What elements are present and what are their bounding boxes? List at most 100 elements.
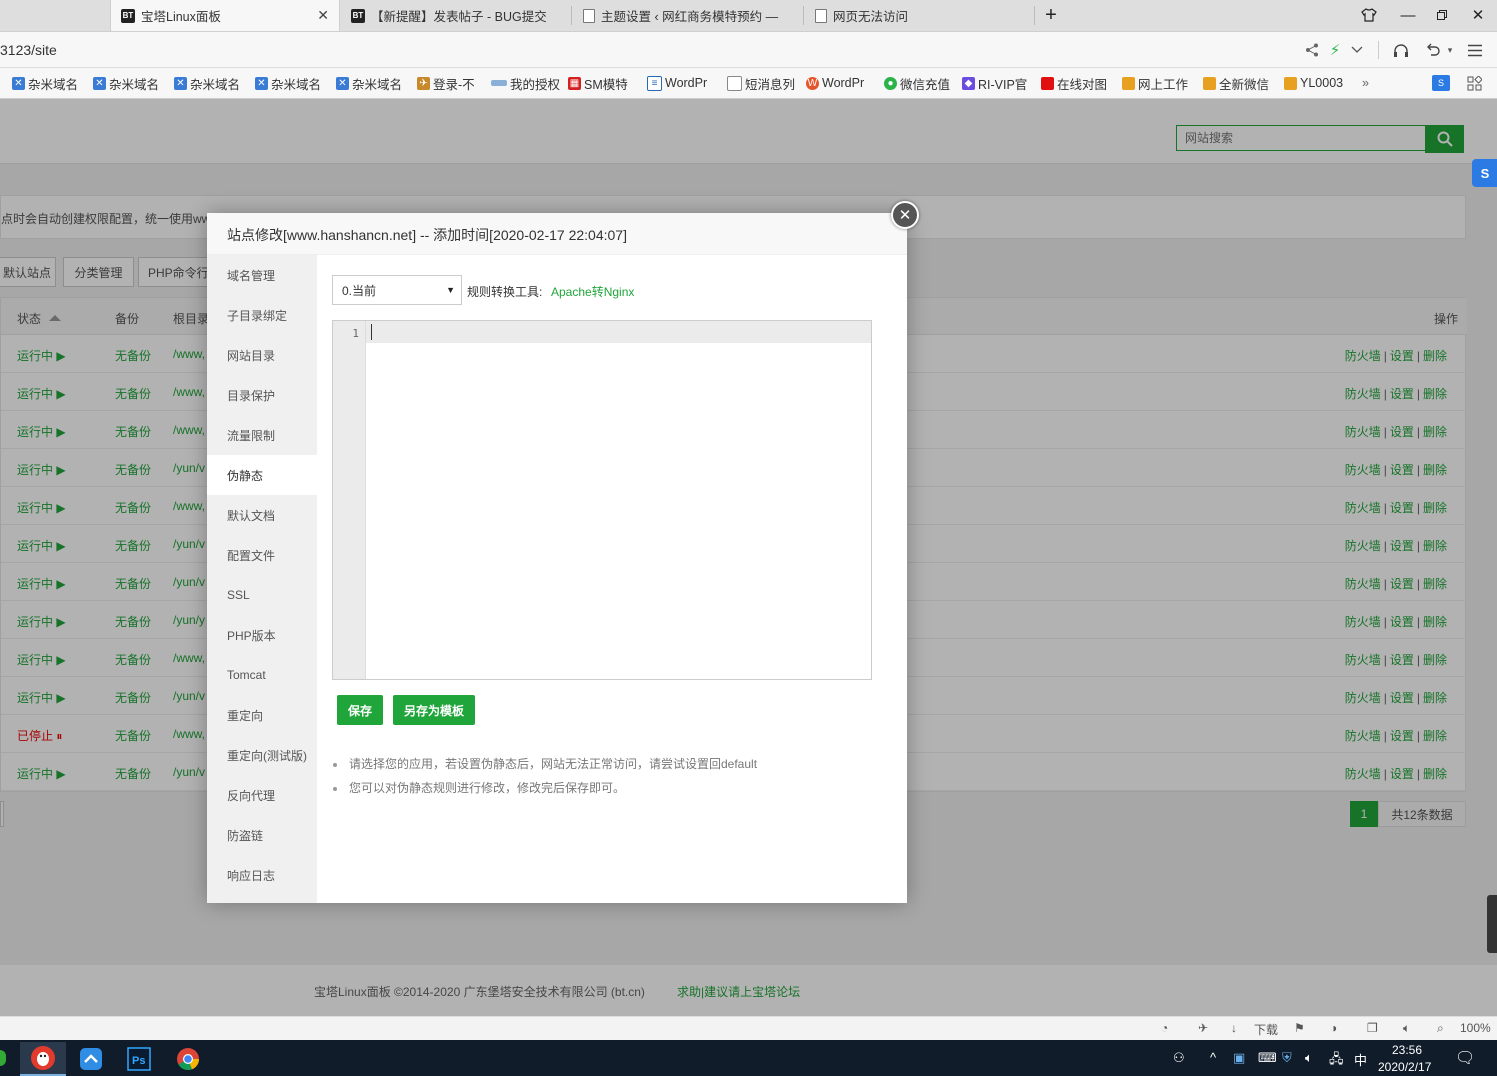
- zoom-level[interactable]: 100%: [1460, 1021, 1491, 1035]
- bt-favicon-icon: BT: [351, 8, 365, 23]
- zoom-icon[interactable]: ⌕: [1437, 1021, 1444, 1036]
- bookmark-item[interactable]: ✕ 杂米域名: [255, 75, 321, 92]
- bookmark-item[interactable]: ✈ 登录-不: [417, 75, 475, 92]
- side-drag-handle[interactable]: [1487, 895, 1497, 953]
- close-window-icon[interactable]: ✕: [1465, 4, 1491, 26]
- refresh-circle-icon[interactable]: ◔: [1161, 1021, 1168, 1035]
- bt-favicon-icon: BT: [121, 8, 135, 23]
- bookmark-label: 在线对图: [1057, 77, 1108, 92]
- menu-item[interactable]: 目录保护: [207, 375, 317, 415]
- clock-date[interactable]: 2020/2/17: [1378, 1060, 1431, 1074]
- menu-item[interactable]: 防盗链: [207, 815, 317, 855]
- ime-indicator[interactable]: 中: [1354, 1050, 1367, 1069]
- share-icon[interactable]: [1302, 40, 1322, 60]
- save-button[interactable]: 保存: [337, 695, 383, 725]
- headphones-icon[interactable]: [1391, 40, 1411, 60]
- bookmark-item[interactable]: ✕ 杂米域名: [174, 75, 240, 92]
- rocket-icon[interactable]: ✈: [1198, 1021, 1208, 1035]
- menu-item[interactable]: 流量限制: [207, 415, 317, 455]
- menu-item[interactable]: 子目录绑定: [207, 295, 317, 335]
- menu-item[interactable]: 反向代理: [207, 775, 317, 815]
- restore-icon[interactable]: [1429, 4, 1455, 26]
- taskbar-qq-app[interactable]: [20, 1042, 66, 1076]
- rewrite-template-select[interactable]: 0.当前 ▼: [332, 275, 462, 305]
- tray-chevron-up-icon[interactable]: ^: [1210, 1050, 1216, 1065]
- download-label[interactable]: 下载: [1254, 1021, 1278, 1038]
- tab-bt-panel[interactable]: BT 宝塔Linux面板 ✕: [110, 0, 340, 31]
- download-icon[interactable]: ↓: [1231, 1021, 1237, 1035]
- tab-theme-settings[interactable]: 主题设置 ‹ 网红商务模特预约 —: [573, 0, 803, 31]
- bookmark-item[interactable]: YL0003: [1284, 75, 1343, 91]
- bookmark-item[interactable]: ✕ 杂米域名: [336, 75, 402, 92]
- bookmark-item[interactable]: 网上工作: [1122, 75, 1188, 92]
- new-tab-icon[interactable]: +: [1038, 4, 1064, 26]
- page-icon: [727, 75, 742, 91]
- tab-bug-post[interactable]: BT 【新提醒】发表帖子 - BUG提交: [341, 0, 571, 31]
- close-tab-icon[interactable]: ✕: [317, 7, 329, 24]
- bookmark-label: 全新微信: [1219, 77, 1270, 92]
- url-text[interactable]: 3123/site: [0, 42, 57, 58]
- bookmark-label: RI-VIP官: [978, 77, 1028, 92]
- menu-item[interactable]: 响应日志: [207, 855, 317, 895]
- menu-item[interactable]: 重定向(测试版): [207, 735, 317, 775]
- bookmark-item[interactable]: ▦ SM模特: [568, 75, 628, 92]
- flag-icon[interactable]: ⚑: [1294, 1021, 1305, 1035]
- hamburger-menu-icon[interactable]: [1465, 40, 1485, 60]
- menu-item[interactable]: 重定向: [207, 695, 317, 735]
- chevron-down-icon[interactable]: [1347, 40, 1367, 60]
- link-chat-icon: [80, 1048, 102, 1070]
- menu-item[interactable]: 配置文件: [207, 535, 317, 575]
- window-icon[interactable]: ❐: [1367, 1021, 1378, 1035]
- extension-icon[interactable]: S: [1432, 75, 1453, 91]
- bookmark-item[interactable]: 短消息列: [727, 75, 795, 92]
- tray-network-icon[interactable]: 🖧︎: [1329, 1050, 1344, 1072]
- browser-icon[interactable]: ◑: [1330, 1021, 1337, 1035]
- tray-keyboard-icon[interactable]: ⌨: [1258, 1050, 1277, 1066]
- tray-app-icon[interactable]: ▣: [1233, 1050, 1245, 1066]
- lightning-icon[interactable]: ⚡: [1325, 40, 1345, 60]
- rewrite-code-editor[interactable]: 1: [332, 320, 872, 680]
- bookmark-item[interactable]: ● 微信充值: [884, 75, 950, 92]
- wordpress-icon: W: [806, 76, 819, 90]
- bookmarks-more-button[interactable]: »: [1362, 75, 1369, 91]
- menu-item[interactable]: PHP版本: [207, 615, 317, 655]
- shirt-skin-icon[interactable]: [1356, 4, 1382, 26]
- people-icon[interactable]: ⚇: [1173, 1050, 1185, 1066]
- menu-item[interactable]: 伪静态: [207, 455, 317, 495]
- bookmark-item[interactable]: 在线对图: [1041, 75, 1108, 92]
- floating-extension-icon[interactable]: S: [1472, 159, 1497, 187]
- bookmark-item[interactable]: 我的授权: [491, 75, 560, 92]
- modal-close-icon[interactable]: ✕: [891, 201, 919, 229]
- menu-item[interactable]: 默认文档: [207, 495, 317, 535]
- undo-dropdown-icon[interactable]: ▾: [1440, 40, 1460, 60]
- tray-volume-icon[interactable]: 🔈︎: [1305, 1050, 1313, 1066]
- save-as-template-button[interactable]: 另存为模板: [393, 695, 475, 725]
- menu-item[interactable]: SSL: [207, 575, 317, 615]
- tab-page-unavailable[interactable]: 网页无法访问: [805, 0, 1025, 31]
- bookmark-item[interactable]: ◆ RI-VIP官: [962, 75, 1028, 92]
- plane-icon: ✈: [417, 76, 430, 90]
- clock-time[interactable]: 23:56: [1392, 1043, 1422, 1057]
- tray-shield-icon[interactable]: ⛨: [1282, 1050, 1292, 1066]
- bookmark-item[interactable]: ≡ WordPr: [647, 75, 707, 91]
- apps-grid-icon[interactable]: [1467, 75, 1482, 91]
- menu-item[interactable]: Tomcat: [207, 655, 317, 695]
- start-edge-icon[interactable]: [0, 1050, 6, 1066]
- menu-item[interactable]: 网站目录: [207, 335, 317, 375]
- bookmark-item[interactable]: ✕ 杂米域名: [12, 75, 78, 92]
- bookmark-item[interactable]: W WordPr: [806, 75, 864, 91]
- menu-item[interactable]: 域名管理: [207, 255, 317, 295]
- bullet-icon: [333, 786, 337, 791]
- tip-text: 请选择您的应用，若设置伪静态后，网站无法正常访问，请尝试设置回default: [349, 757, 758, 771]
- speaker-icon[interactable]: 🔈︎: [1403, 1021, 1410, 1036]
- taskbar-chrome-app[interactable]: [165, 1042, 211, 1076]
- apache-to-nginx-link[interactable]: Apache转Nginx: [551, 283, 634, 300]
- taskbar-photoshop-app[interactable]: Ps: [116, 1042, 162, 1076]
- line-number: 1: [352, 327, 359, 340]
- folder-icon: [1203, 76, 1216, 90]
- notification-icon[interactable]: 🗨︎: [1455, 1048, 1475, 1068]
- bookmark-item[interactable]: ✕ 杂米域名: [93, 75, 159, 92]
- taskbar-chat-app[interactable]: [68, 1042, 114, 1076]
- bookmark-item[interactable]: 全新微信: [1203, 75, 1270, 92]
- minimize-icon[interactable]: —: [1395, 4, 1421, 26]
